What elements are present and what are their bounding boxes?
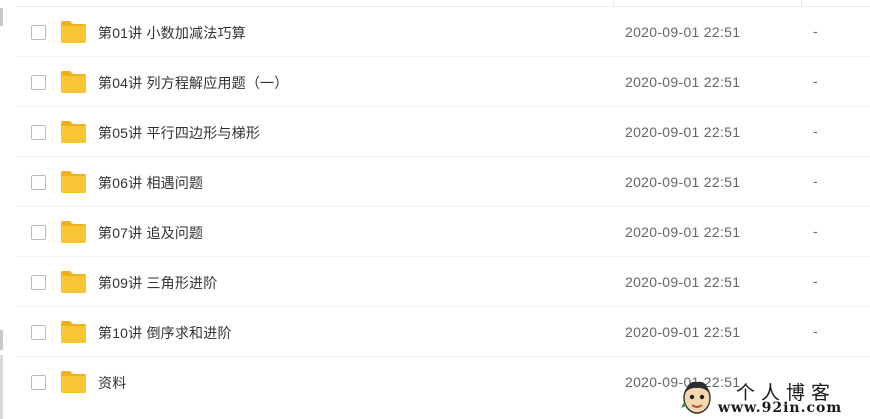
window-left-edge xyxy=(0,0,3,419)
row-checkbox[interactable] xyxy=(31,175,46,190)
file-name[interactable]: 第06讲 相遇问题 xyxy=(98,173,203,193)
row-checkbox[interactable] xyxy=(31,75,46,90)
row-checkbox[interactable] xyxy=(31,225,46,240)
modified-date: 2020-09-01 22:51 xyxy=(625,224,741,240)
row-checkbox[interactable] xyxy=(31,375,46,390)
modified-date: 2020-09-01 22:51 xyxy=(625,24,741,40)
file-size: - xyxy=(813,73,818,89)
file-size: - xyxy=(813,173,818,189)
file-row[interactable]: 第09讲 三角形进阶 2020-09-01 22:51 - xyxy=(16,256,870,306)
row-checkbox[interactable] xyxy=(31,25,46,40)
file-row[interactable]: 第10讲 倒序求和进阶 2020-09-01 22:51 - xyxy=(16,306,870,356)
modified-date: 2020-09-01 22:51 xyxy=(625,324,741,340)
row-checkbox[interactable] xyxy=(31,125,46,140)
edge-strip xyxy=(0,8,3,26)
file-row[interactable]: 第05讲 平行四边形与梯形 2020-09-01 22:51 - xyxy=(16,106,870,156)
folder-icon xyxy=(61,321,86,343)
file-name[interactable]: 第05讲 平行四边形与梯形 xyxy=(98,123,260,143)
file-name[interactable]: 第04讲 列方程解应用题（一） xyxy=(98,73,288,93)
file-name[interactable]: 第10讲 倒序求和进阶 xyxy=(98,323,232,343)
file-row[interactable]: 第06讲 相遇问题 2020-09-01 22:51 - xyxy=(16,156,870,206)
modified-date: 2020-09-01 22:51 xyxy=(625,174,741,190)
folder-icon xyxy=(61,271,86,293)
folder-icon xyxy=(61,121,86,143)
file-name[interactable]: 第07讲 追及问题 xyxy=(98,223,203,243)
file-name[interactable]: 第09讲 三角形进阶 xyxy=(98,273,217,293)
file-row[interactable]: 第04讲 列方程解应用题（一） 2020-09-01 22:51 - xyxy=(16,56,870,106)
folder-icon xyxy=(61,221,86,243)
file-row[interactable]: 第07讲 追及问题 2020-09-01 22:51 - xyxy=(16,206,870,256)
file-name[interactable]: 资料 xyxy=(98,373,126,393)
site-watermark: 个人博客 www.92in.com xyxy=(680,376,870,419)
file-size: - xyxy=(813,273,818,289)
modified-date: 2020-09-01 22:51 xyxy=(625,74,741,90)
edge-strip xyxy=(0,355,3,419)
row-checkbox[interactable] xyxy=(31,275,46,290)
edge-strip xyxy=(0,330,3,350)
watermark-url: www.92in.com xyxy=(718,400,843,416)
file-size: - xyxy=(813,123,818,139)
modified-date: 2020-09-01 22:51 xyxy=(625,124,741,140)
file-name[interactable]: 第01讲 小数加减法巧算 xyxy=(98,23,246,43)
row-checkbox[interactable] xyxy=(31,325,46,340)
file-size: - xyxy=(813,223,818,239)
file-row[interactable]: 第01讲 小数加减法巧算 2020-09-01 22:51 - xyxy=(16,6,870,56)
folder-icon xyxy=(61,171,86,193)
file-list: 第01讲 小数加减法巧算 2020-09-01 22:51 - 第04讲 列方程… xyxy=(16,6,870,406)
file-size: - xyxy=(813,23,818,39)
file-size: - xyxy=(813,323,818,339)
folder-icon xyxy=(61,21,86,43)
modified-date: 2020-09-01 22:51 xyxy=(625,274,741,290)
cartoon-avatar-icon xyxy=(681,381,711,414)
folder-icon xyxy=(61,71,86,93)
folder-icon xyxy=(61,371,86,393)
